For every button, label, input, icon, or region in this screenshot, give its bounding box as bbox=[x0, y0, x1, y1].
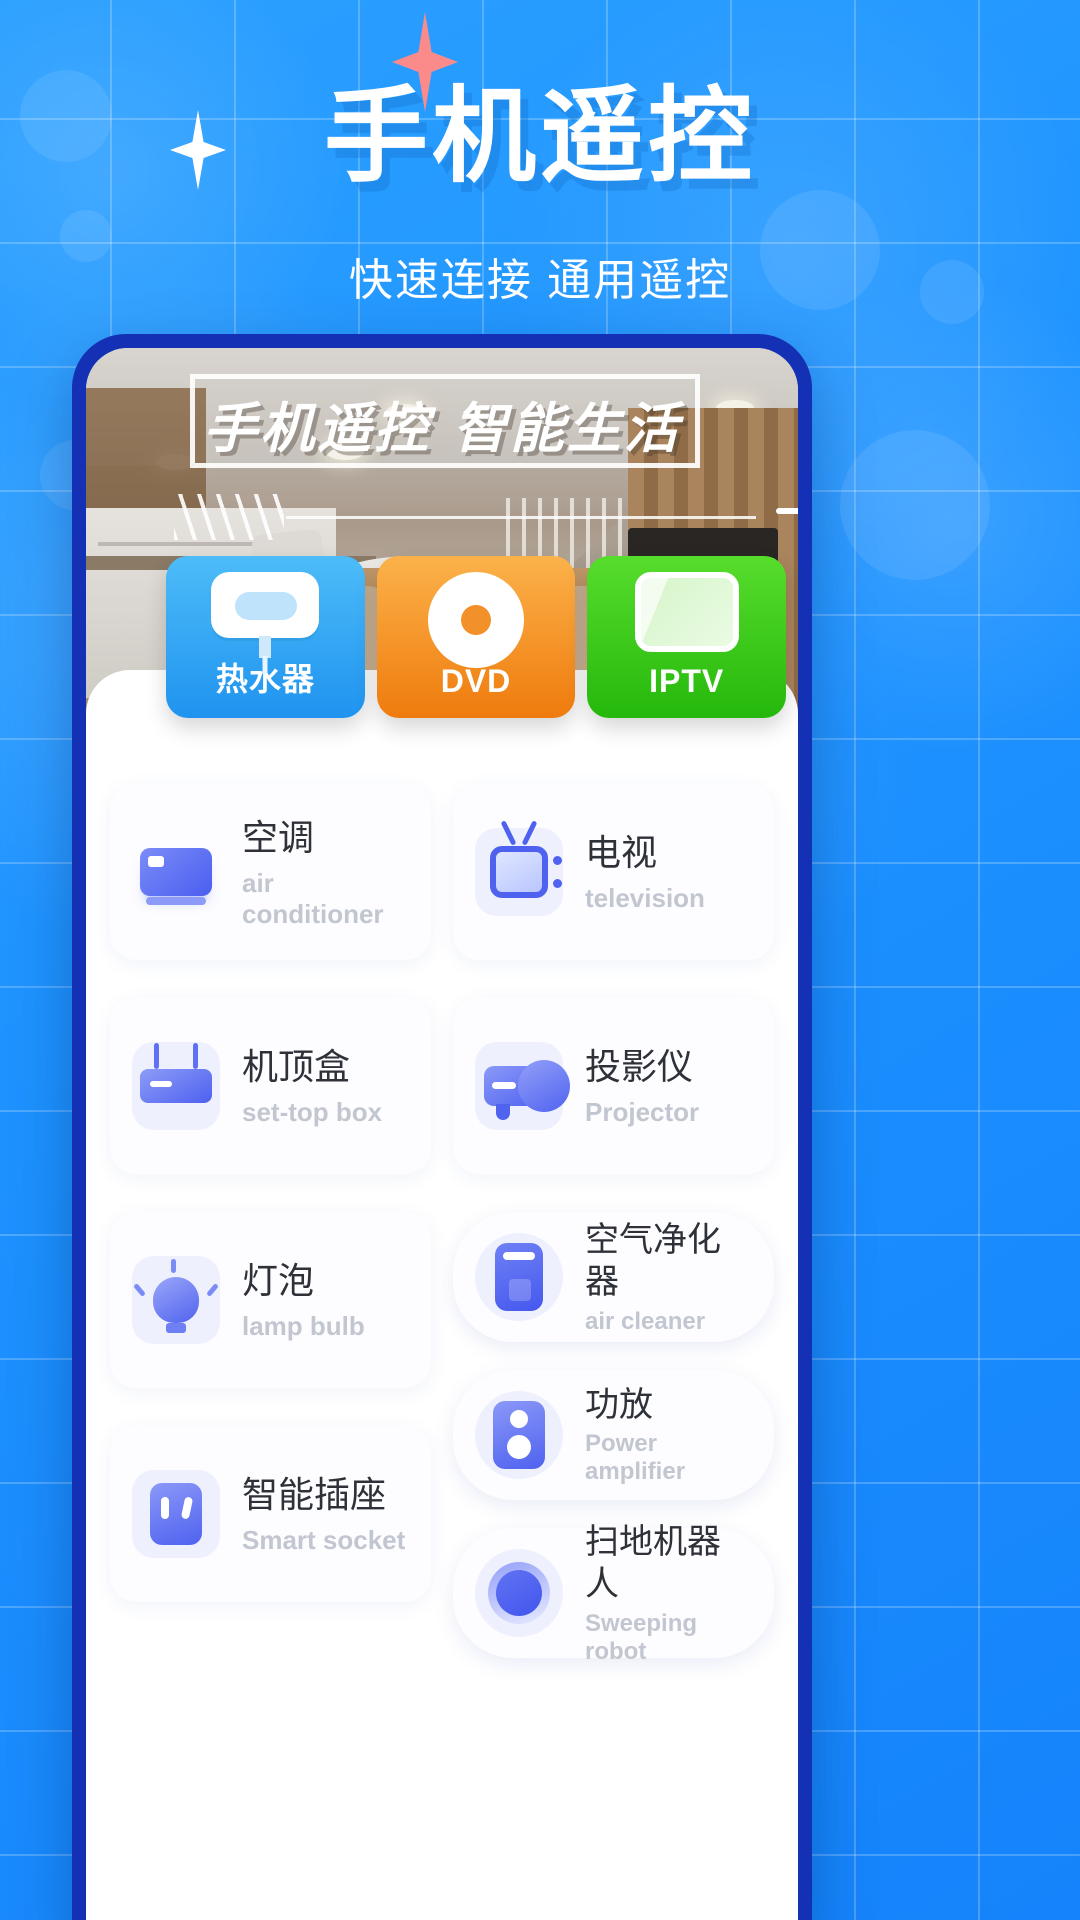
device-card-air-conditioner[interactable]: 空调 air conditioner bbox=[110, 784, 431, 960]
device-card-sweeping-robot[interactable]: 扫地机器人 Sweeping robot bbox=[453, 1528, 774, 1658]
title-row: 手机遥控 bbox=[0, 48, 1080, 228]
device-card-projector[interactable]: 投影仪 Projector bbox=[453, 998, 774, 1174]
sparkle-white-icon bbox=[170, 110, 226, 190]
device-card-television[interactable]: 电视 television bbox=[453, 784, 774, 960]
tile-label: DVD bbox=[441, 663, 512, 700]
device-card-smart-socket[interactable]: 智能插座 Smart socket bbox=[110, 1426, 431, 1602]
hero-banner-title: 手机遥控 智能生活 bbox=[86, 384, 798, 463]
power-amplifier-icon bbox=[475, 1391, 563, 1479]
hero-rule bbox=[286, 516, 756, 519]
tile-water-heater[interactable]: 热水器 bbox=[166, 556, 365, 718]
iptv-screen-icon bbox=[587, 572, 786, 652]
smart-socket-icon bbox=[132, 1470, 220, 1558]
sweeping-robot-icon bbox=[475, 1549, 563, 1637]
device-column-left: 空调 air conditioner bbox=[110, 784, 431, 1686]
decor-bubble bbox=[840, 430, 990, 580]
device-name-cn: 扫地机器人 bbox=[585, 1521, 752, 1606]
page-header: 手机遥控 快速连接 通用遥控 bbox=[0, 0, 1080, 308]
category-tiles: 热水器 DVD IPTV bbox=[166, 556, 786, 718]
device-name-cn: 智能插座 bbox=[242, 1472, 405, 1517]
device-card-set-top-box[interactable]: 机顶盒 set-top box bbox=[110, 998, 431, 1174]
device-list: 空调 air conditioner bbox=[86, 758, 798, 1920]
sparkle-pink-icon bbox=[392, 12, 458, 112]
device-card-lamp-bulb[interactable]: 灯泡 lamp bulb bbox=[110, 1212, 431, 1388]
device-name-en: Smart socket bbox=[242, 1525, 405, 1556]
device-name-cn: 灯泡 bbox=[242, 1258, 365, 1303]
device-name-en: Power amplifier bbox=[585, 1430, 752, 1486]
device-name-en: air cleaner bbox=[585, 1308, 752, 1336]
tile-label: IPTV bbox=[649, 663, 724, 700]
device-name-en: television bbox=[585, 883, 705, 914]
device-card-air-cleaner[interactable]: 空气净化器 air cleaner bbox=[453, 1212, 774, 1342]
hero-rule-short bbox=[776, 508, 798, 514]
device-name-cn: 电视 bbox=[585, 830, 705, 875]
device-name-cn: 机顶盒 bbox=[242, 1044, 382, 1089]
set-top-box-icon bbox=[132, 1042, 220, 1130]
phone-mockup: 手机遥控 智能生活 热水器 DVD bbox=[72, 334, 812, 1920]
device-name-en: Sweeping robot bbox=[585, 1610, 752, 1666]
page-title: 手机遥控 bbox=[0, 48, 1080, 224]
hero-hatch-decor bbox=[174, 494, 284, 540]
device-name-en: air conditioner bbox=[242, 868, 409, 930]
page-subtitle: 快速连接 通用遥控 bbox=[0, 244, 1080, 308]
tile-iptv[interactable]: IPTV bbox=[587, 556, 786, 718]
device-card-power-amplifier[interactable]: 功放 Power amplifier bbox=[453, 1370, 774, 1500]
air-cleaner-icon bbox=[475, 1233, 563, 1321]
water-heater-icon bbox=[166, 572, 365, 638]
device-column-right: 电视 television 投影仪 Projector bbox=[453, 784, 774, 1686]
television-icon bbox=[475, 828, 563, 916]
phone-screen: 手机遥控 智能生活 热水器 DVD bbox=[86, 348, 798, 1920]
device-name-cn: 空气净化器 bbox=[585, 1219, 752, 1304]
tile-dvd[interactable]: DVD bbox=[377, 556, 576, 718]
device-name-en: lamp bulb bbox=[242, 1311, 365, 1342]
air-conditioner-icon bbox=[132, 828, 220, 916]
dvd-disc-icon bbox=[377, 572, 576, 668]
device-name-en: set-top box bbox=[242, 1097, 382, 1128]
device-name-cn: 空调 bbox=[242, 815, 409, 860]
device-name-cn: 投影仪 bbox=[585, 1044, 699, 1089]
lamp-bulb-icon bbox=[132, 1256, 220, 1344]
device-name-en: Projector bbox=[585, 1097, 699, 1128]
device-name-cn: 功放 bbox=[585, 1384, 752, 1427]
projector-icon bbox=[475, 1042, 563, 1130]
